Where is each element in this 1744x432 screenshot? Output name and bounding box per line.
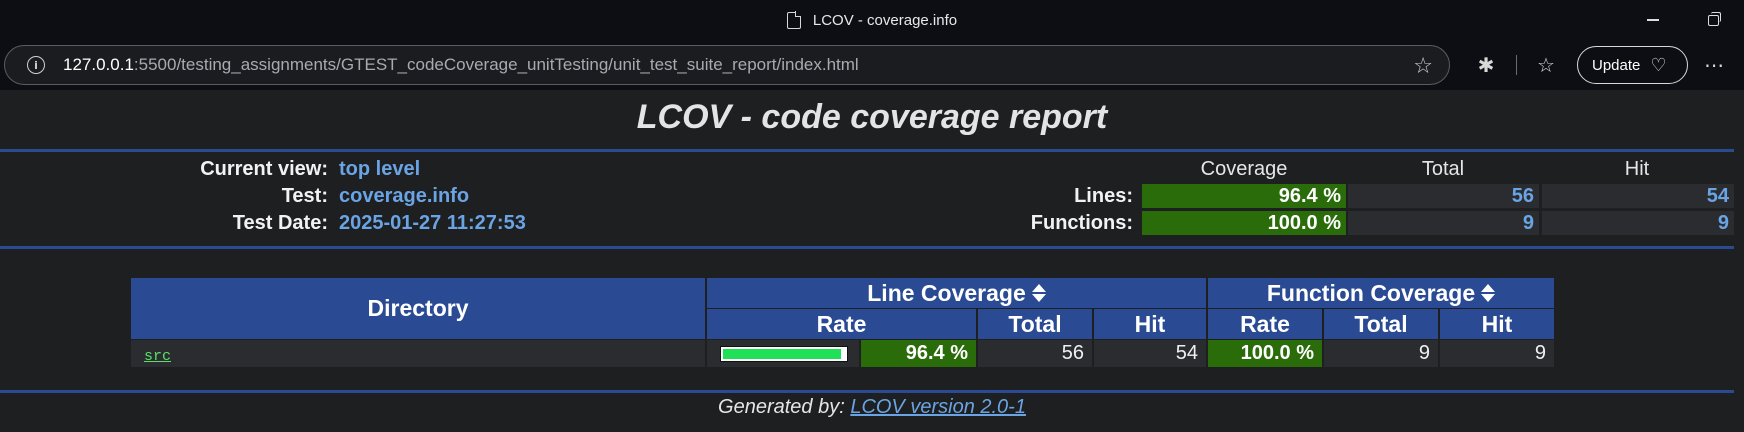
test-date-value: 2025-01-27 11:27:53 (339, 212, 526, 234)
functions-total: 9 (1348, 211, 1539, 235)
lines-label: Lines: (1074, 185, 1133, 207)
report-page: LCOV - code coverage report Current view… (0, 90, 1744, 432)
url-text[interactable]: 127.0.0.1:5500/testing_assignments/GTEST… (63, 55, 859, 75)
current-view-label: Current view: (200, 158, 328, 180)
functions-hit: 9 (1542, 211, 1734, 235)
table-row-directory-cell (131, 340, 705, 367)
favorite-star-icon[interactable]: ☆ (1413, 54, 1433, 79)
site-info-icon[interactable]: i (27, 56, 45, 74)
function-hit-header: Hit (1440, 309, 1554, 339)
update-label: Update (1592, 56, 1641, 74)
line-hit-value: 54 (1094, 340, 1206, 367)
test-label: Test: (281, 185, 328, 207)
document-icon (786, 10, 802, 29)
page-title: LCOV - code coverage report (636, 98, 1108, 136)
function-hit-value: 9 (1440, 340, 1554, 367)
line-coverage-header[interactable]: Line Coverage (707, 278, 1206, 308)
toolbar-separator (1516, 55, 1517, 75)
favorites-icon[interactable]: ☆ (1533, 52, 1559, 78)
line-rate-header: Rate (707, 309, 976, 339)
lcov-version-link[interactable]: LCOV version 2.0-1 (850, 396, 1026, 418)
ruler-middle (0, 246, 1734, 249)
minimize-icon (1647, 19, 1659, 21)
generated-by-label: Generated by: (718, 396, 845, 418)
line-coverage-bar (720, 346, 848, 362)
ruler-bottom (0, 390, 1734, 393)
summary-col-total: Total (1421, 158, 1465, 180)
line-coverage-rate: 96.4 % (861, 340, 976, 367)
directory-header-label: Directory (367, 295, 469, 321)
summary-col-coverage: Coverage (1200, 158, 1288, 180)
extensions-icon[interactable]: ✱ (1473, 52, 1499, 78)
url-path: :5500/testing_assignments/GTEST_codeCove… (133, 55, 859, 74)
restore-icon (1707, 11, 1721, 26)
function-total-value: 9 (1324, 340, 1438, 367)
window-titlebar: LCOV - coverage.info (0, 0, 1744, 40)
minimize-button[interactable] (1630, 0, 1676, 40)
function-coverage-header[interactable]: Function Coverage (1208, 278, 1554, 308)
line-hit-header: Hit (1094, 309, 1206, 339)
directory-header: Directory (131, 278, 705, 339)
function-rate-header: Rate (1208, 309, 1322, 339)
function-total-header: Total (1324, 309, 1438, 339)
url-host: 127.0.0.1 (63, 55, 134, 74)
test-value: coverage.info (339, 185, 470, 207)
update-button[interactable]: Update ♡ (1577, 46, 1688, 84)
restore-button[interactable] (1690, 0, 1736, 40)
address-bar[interactable]: i 127.0.0.1:5500/testing_assignments/GTE… (4, 45, 1450, 85)
window-title: LCOV - coverage.info (812, 11, 958, 29)
line-total-value: 56 (978, 340, 1092, 367)
functions-coverage-rate: 100.0 % (1142, 211, 1346, 235)
functions-label: Functions: (1030, 212, 1133, 234)
sort-icon[interactable] (1481, 284, 1496, 302)
test-date-label: Test Date: (232, 212, 328, 234)
lines-hit: 54 (1542, 184, 1734, 208)
sort-icon[interactable] (1031, 284, 1046, 302)
heart-pulse-icon: ♡ (1650, 54, 1667, 76)
lines-coverage-rate: 96.4 % (1142, 184, 1346, 208)
lines-total: 56 (1348, 184, 1539, 208)
line-coverage-header-label: Line Coverage (867, 279, 1026, 306)
line-coverage-bar-fill (722, 348, 841, 359)
line-total-header: Total (978, 309, 1092, 339)
current-view-value[interactable]: top level (339, 158, 420, 181)
summary-col-hit: Hit (1624, 158, 1650, 180)
more-options-icon[interactable]: ⋯ (1701, 52, 1727, 78)
directory-link-src[interactable]: src (144, 348, 171, 365)
footer: Generated by: LCOV version 2.0-1 (0, 396, 1744, 419)
function-coverage-header-label: Function Coverage (1266, 279, 1476, 306)
window-title-area: LCOV - coverage.info (0, 0, 1744, 40)
ruler-top (0, 149, 1734, 152)
browser-toolbar: i 127.0.0.1:5500/testing_assignments/GTE… (0, 40, 1744, 90)
function-coverage-rate: 100.0 % (1208, 340, 1322, 367)
